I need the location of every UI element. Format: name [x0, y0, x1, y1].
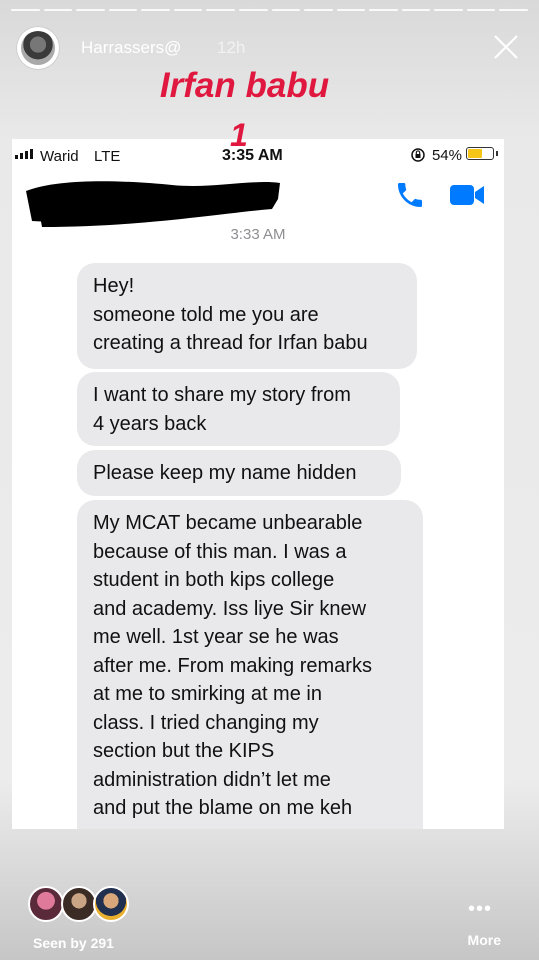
- story-username[interactable]: Harrassers@: [81, 38, 181, 58]
- message-bubble: Hey! someone told me you are creating a …: [77, 263, 417, 369]
- audio-call-button[interactable]: [394, 179, 426, 211]
- progress-segment: [499, 9, 528, 11]
- story-author-avatar[interactable]: [16, 26, 60, 70]
- video-call-button[interactable]: [448, 181, 486, 209]
- message-line: I want to share my story from: [93, 384, 351, 406]
- progress-segment: [466, 9, 496, 11]
- message-line: and academy. Iss liye Sir knew: [93, 597, 367, 620]
- message-line: Please keep my name hidden: [93, 462, 357, 484]
- viewer-avatar[interactable]: [28, 886, 64, 922]
- story-progress-bar: [11, 9, 528, 11]
- message-line: My MCAT became unbearable: [93, 512, 363, 534]
- progress-segment: [238, 9, 268, 11]
- message-line: 4 years back: [93, 412, 207, 435]
- battery-level-fill: [468, 149, 483, 158]
- message-bubble: I want to share my story from 4 years ba…: [77, 372, 400, 446]
- progress-segment: [434, 9, 463, 11]
- story-overlay-title: Irfan babu: [159, 66, 330, 105]
- orientation-lock-icon: [411, 148, 425, 162]
- progress-segment: [141, 9, 170, 11]
- message-line: student in both kips college: [93, 569, 335, 591]
- network-type: LTE: [94, 148, 121, 165]
- progress-segment: [43, 9, 73, 11]
- message-line: someone told me you are: [93, 303, 319, 326]
- shared-screenshot: Warid LTE 3:35 AM 54% 3:33 AM Hey! someo…: [12, 139, 504, 829]
- message-line: me well. 1st year se he was: [93, 626, 339, 648]
- progress-segment: [173, 9, 203, 11]
- seen-by-count[interactable]: Seen by 291: [33, 935, 114, 951]
- carrier-name: Warid: [40, 148, 79, 165]
- story-viewers-bar: Seen by 291 ••• More: [0, 880, 539, 960]
- progress-segment: [206, 9, 235, 11]
- message-line: section but the KIPS: [93, 740, 275, 762]
- avatar-image: [21, 31, 55, 65]
- message-line: at me to smirking at me in: [93, 683, 322, 705]
- close-button[interactable]: [489, 30, 523, 64]
- viewer-avatar[interactable]: [93, 886, 129, 922]
- message-timestamp: 3:33 AM: [230, 226, 286, 243]
- story-time-ago: 12h: [217, 38, 246, 57]
- progress-segment: [304, 9, 333, 11]
- message-line: after me. From making remarks: [93, 654, 372, 677]
- story-header: Harrassers@ 12h: [16, 26, 523, 70]
- progress-segment: [336, 9, 366, 11]
- battery-tip: [496, 151, 498, 156]
- video-camera-icon: [450, 185, 484, 205]
- progress-segment: [76, 9, 105, 11]
- more-button[interactable]: More: [468, 932, 501, 948]
- story-overlay-number: 1: [230, 117, 248, 153]
- more-dots-icon[interactable]: •••: [468, 898, 492, 921]
- signal-strength-icon: [15, 149, 33, 159]
- progress-segment: [401, 9, 431, 11]
- message-line: and put the blame on me keh: [93, 797, 353, 819]
- battery-percentage: 54%: [431, 147, 462, 164]
- status-bar: Warid LTE 3:35 AM 54%: [12, 139, 504, 169]
- progress-segment: [271, 9, 301, 11]
- message-line: creating a thread for Irfan babu: [93, 332, 368, 354]
- viewer-avatar[interactable]: [61, 886, 97, 922]
- battery-icon: [466, 147, 494, 160]
- close-icon: [494, 35, 518, 59]
- phone-icon: [398, 183, 422, 207]
- progress-segment: [108, 9, 138, 11]
- message-line: Hey!: [93, 275, 135, 297]
- redacted-contact-name: [26, 181, 280, 227]
- progress-segment: [369, 9, 398, 11]
- message-line: because of this man. I was a: [93, 540, 347, 563]
- message-bubble: Please keep my name hidden: [77, 450, 401, 496]
- message-line: administration didn’t let me: [93, 768, 331, 791]
- progress-segment: [11, 9, 40, 11]
- message-bubble: My MCAT became unbearable because of thi…: [77, 500, 423, 829]
- message-line: class. I tried changing my: [93, 711, 319, 734]
